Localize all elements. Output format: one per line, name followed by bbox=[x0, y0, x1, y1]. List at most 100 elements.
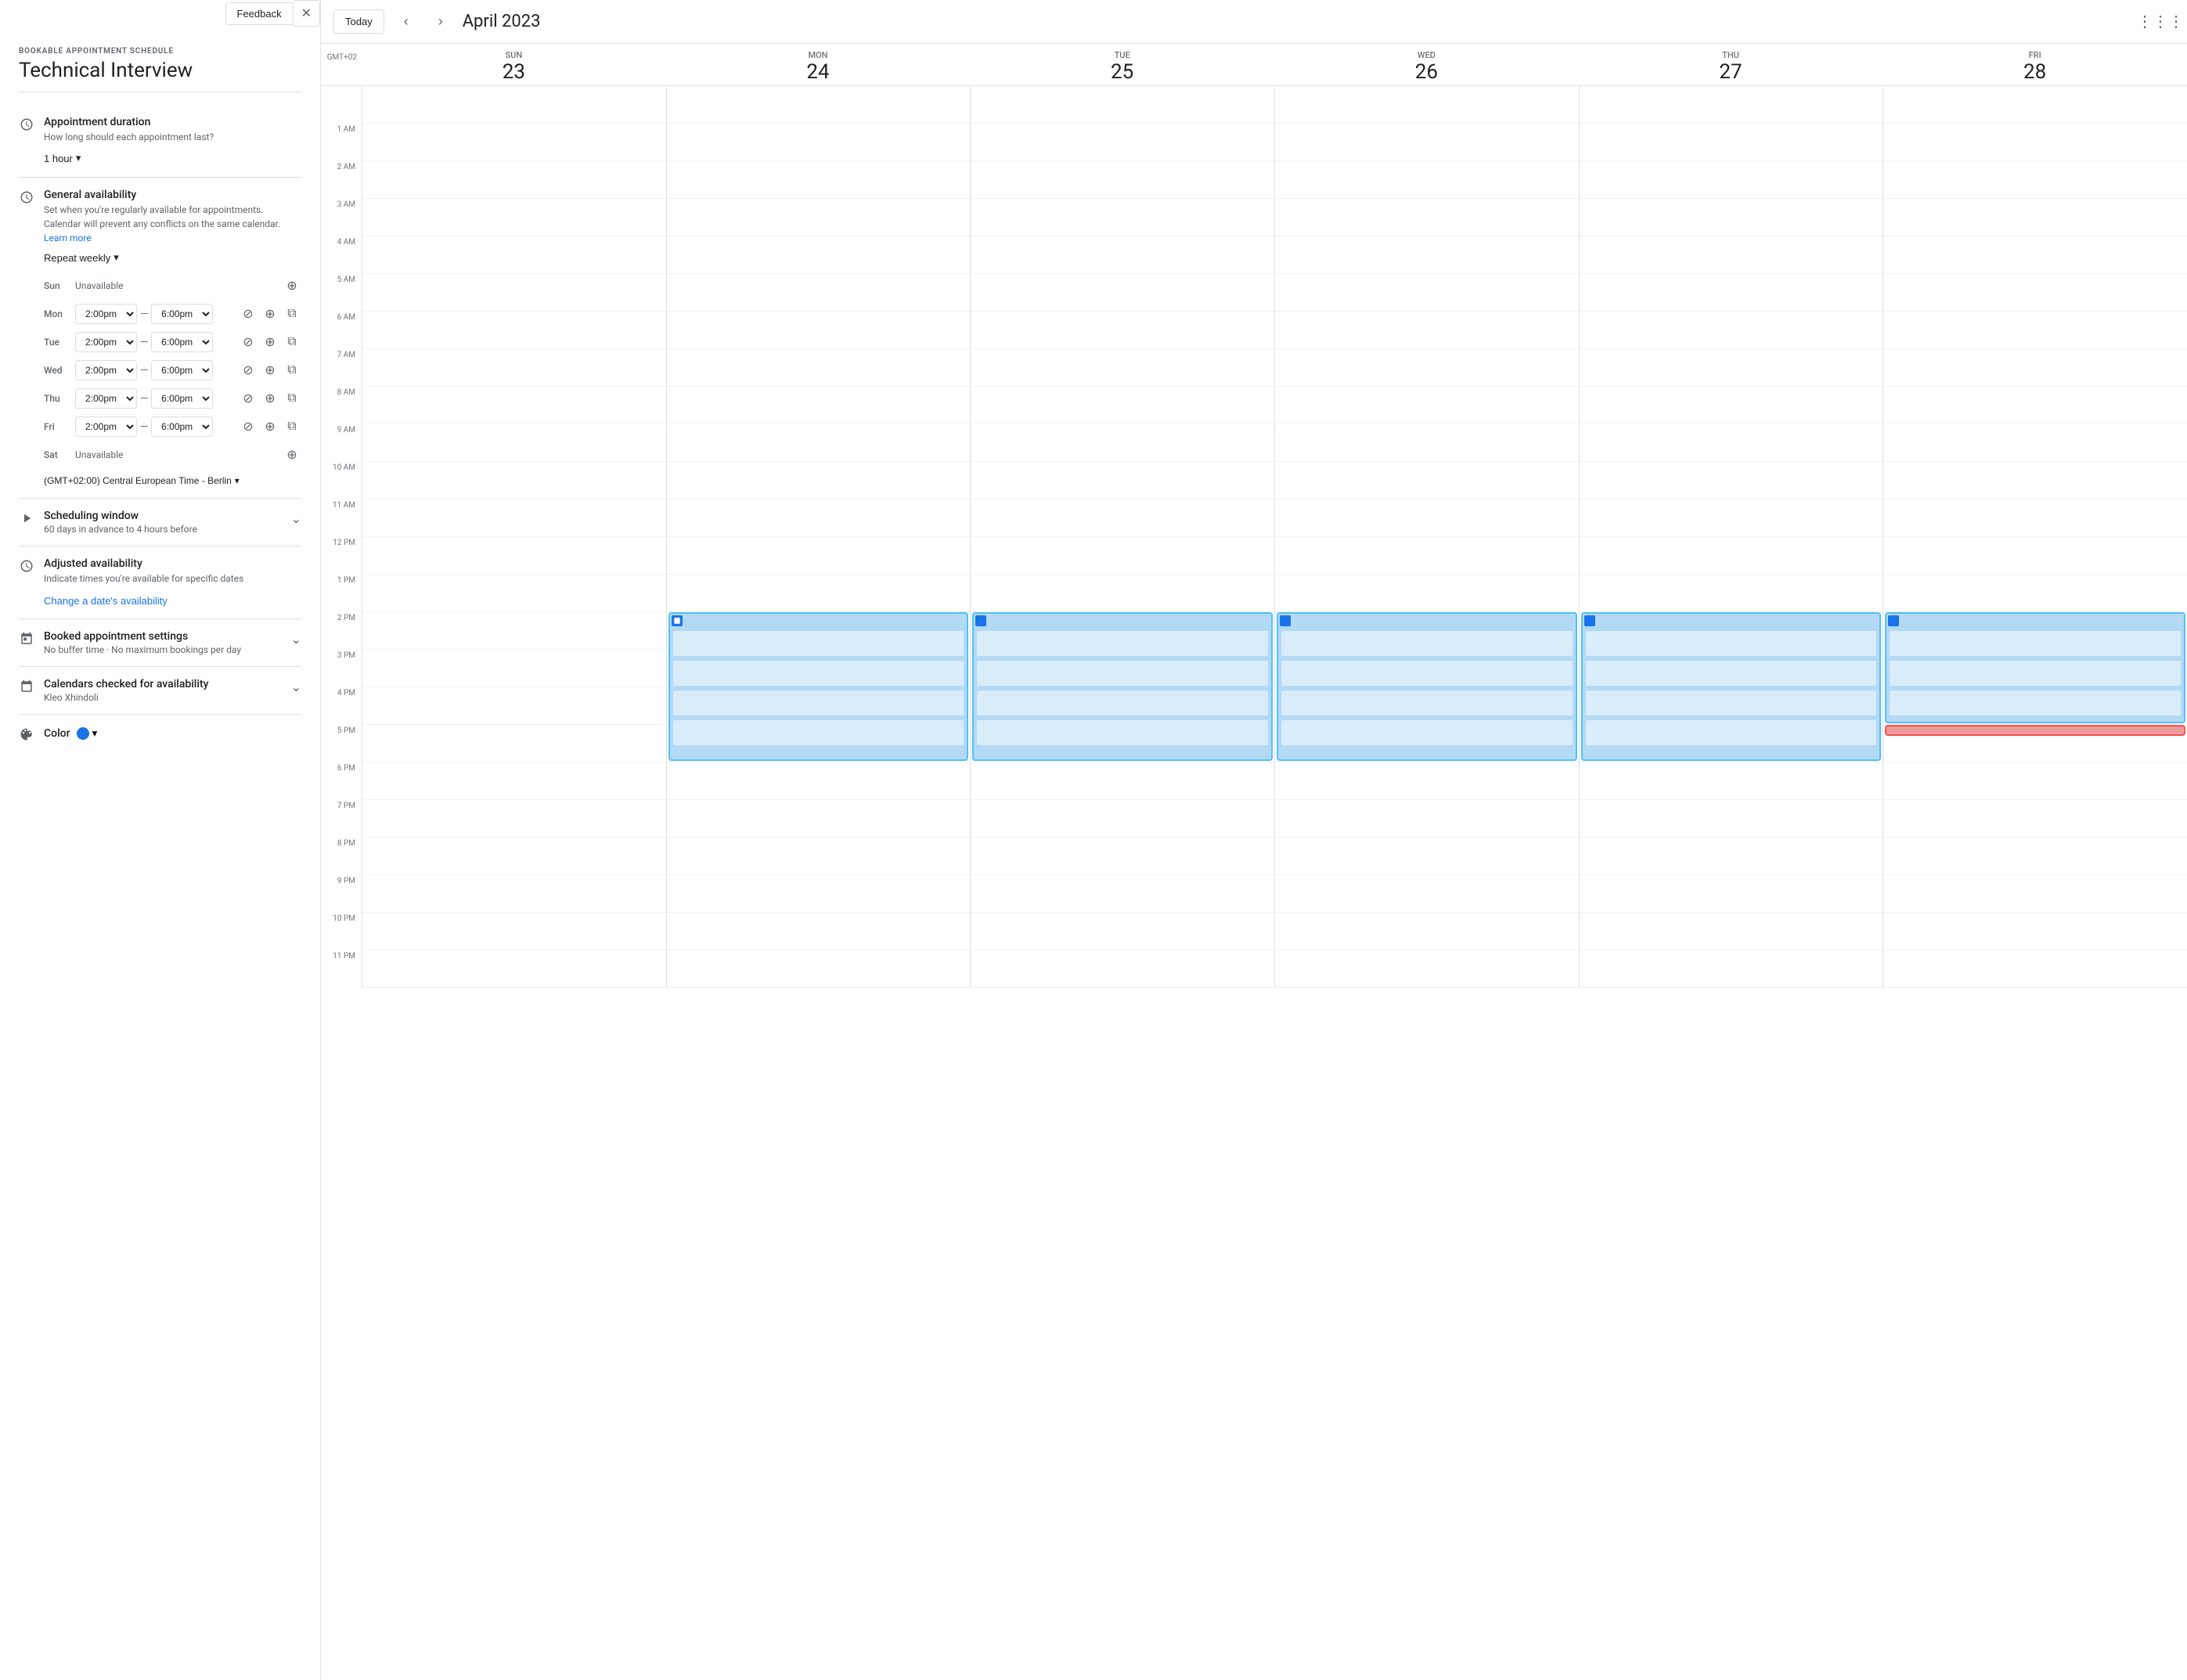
fri-delete-button[interactable]: ⊘ bbox=[239, 417, 258, 436]
hour-cell bbox=[362, 575, 666, 612]
thu-copy-button[interactable]: ⧉ bbox=[283, 389, 301, 408]
tue-dash: — bbox=[140, 337, 148, 348]
hour-cell bbox=[1883, 161, 2187, 199]
wed-add-button[interactable]: ⊕ bbox=[261, 361, 279, 380]
wed-delete-button[interactable]: ⊘ bbox=[239, 361, 258, 380]
day-name-tue: TUE bbox=[1115, 50, 1130, 60]
mon-copy-button[interactable]: ⧉ bbox=[283, 305, 301, 323]
time-label-11am: 11 AM bbox=[321, 499, 362, 537]
time-label-6am: 6 AM bbox=[321, 312, 362, 349]
tue-start-time[interactable]: 2:00pm bbox=[75, 332, 137, 352]
fri-add-button[interactable]: ⊕ bbox=[261, 417, 279, 436]
feedback-button[interactable]: Feedback bbox=[225, 2, 294, 25]
hour-cell bbox=[971, 349, 1274, 387]
hour-cell bbox=[667, 875, 971, 913]
appt-sub-2-mon bbox=[673, 661, 964, 686]
hour-cell bbox=[1580, 124, 1883, 161]
mon-dash: — bbox=[140, 308, 148, 320]
mon-start-time[interactable]: 2:00pm bbox=[75, 304, 137, 324]
adjusted-availability-content: Adjusted availability Indicate times you… bbox=[44, 557, 301, 607]
thu-start-time[interactable]: 2:00pm bbox=[75, 388, 137, 409]
mon-time-range: 2:00pm — 6:00pm bbox=[75, 304, 232, 324]
appt-sub-3-thu bbox=[1586, 690, 1877, 716]
tue-delete-button[interactable]: ⊘ bbox=[239, 333, 258, 352]
booked-settings-content: Booked appointment settings No buffer ti… bbox=[44, 630, 301, 655]
appt-block-fri[interactable] bbox=[1885, 612, 2185, 723]
avail-row-wed: Wed 2:00pm — 6:00pm ⊘ ⊕ ⧉ bbox=[44, 356, 301, 384]
adjusted-availability-section: Adjusted availability Indicate times you… bbox=[19, 546, 301, 619]
thu-end-time[interactable]: 6:00pm bbox=[151, 388, 213, 409]
wed-copy-button[interactable]: ⧉ bbox=[283, 361, 301, 380]
thu-delete-button[interactable]: ⊘ bbox=[239, 389, 258, 408]
avail-row-tue: Tue 2:00pm — 6:00pm ⊘ ⊕ ⧉ bbox=[44, 328, 301, 356]
fri-end-time[interactable]: 6:00pm bbox=[151, 416, 213, 437]
day-column-wed[interactable] bbox=[1274, 86, 1579, 988]
availability-icon bbox=[19, 190, 34, 487]
close-button[interactable]: ✕ bbox=[294, 0, 320, 27]
mon-add-button[interactable]: ⊕ bbox=[261, 305, 279, 323]
appointment-duration-section: Appointment duration How long should eac… bbox=[19, 105, 301, 178]
scheduling-window-section[interactable]: Scheduling window 60 days in advance to … bbox=[19, 499, 301, 546]
day-column-fri[interactable] bbox=[1883, 86, 2187, 988]
calendar-body[interactable]: 1 AM 2 AM 3 AM 4 AM 5 AM 6 AM 7 AM 8 AM … bbox=[321, 86, 2187, 1680]
hour-cell bbox=[971, 387, 1274, 424]
day-header-thu: THU 27 bbox=[1579, 50, 1883, 82]
appt-sub-2-wed bbox=[1281, 661, 1573, 686]
color-picker-button[interactable]: ▾ bbox=[77, 727, 98, 740]
appt-block-mon[interactable] bbox=[668, 612, 969, 761]
appt-sub-2-thu bbox=[1586, 661, 1877, 686]
hour-cell bbox=[1275, 913, 1579, 950]
appt-sub-4-wed bbox=[1281, 720, 1573, 745]
sun-add-button[interactable]: ⊕ bbox=[283, 276, 301, 295]
hour-cell bbox=[362, 650, 666, 687]
calendars-section[interactable]: Calendars checked for availability Kleo … bbox=[19, 667, 301, 715]
color-palette-icon bbox=[19, 727, 34, 741]
wed-end-time[interactable]: 6:00pm bbox=[151, 360, 213, 380]
tue-end-time[interactable]: 6:00pm bbox=[151, 332, 213, 352]
day-column-tue[interactable] bbox=[970, 86, 1274, 988]
learn-more-link[interactable]: Learn more bbox=[44, 233, 92, 243]
tue-add-button[interactable]: ⊕ bbox=[261, 333, 279, 352]
sat-add-button[interactable]: ⊕ bbox=[283, 445, 301, 464]
general-availability-content: General availability Set when you're reg… bbox=[44, 189, 301, 487]
appt-block-wed[interactable] bbox=[1277, 612, 1577, 761]
appt-block-thu[interactable] bbox=[1581, 612, 1882, 761]
appt-sub-4-tue bbox=[977, 720, 1268, 745]
mon-delete-button[interactable]: ⊘ bbox=[239, 305, 258, 323]
hour-cell bbox=[971, 312, 1274, 349]
mon-end-time[interactable]: 6:00pm bbox=[151, 304, 213, 324]
day-column-thu[interactable] bbox=[1579, 86, 1883, 988]
today-button[interactable]: Today bbox=[333, 9, 384, 34]
hour-cell bbox=[1580, 236, 1883, 274]
hour-cell bbox=[1883, 537, 2187, 575]
conflict-block-fri[interactable] bbox=[1885, 725, 2185, 736]
timezone-label: (GMT+02:00) Central European Time - Berl… bbox=[44, 475, 232, 486]
day-header-tue: TUE 25 bbox=[970, 50, 1274, 82]
timezone-button[interactable]: (GMT+02:00) Central European Time - Berl… bbox=[44, 475, 240, 486]
scheduling-window-content: Scheduling window 60 days in advance to … bbox=[44, 510, 301, 535]
wed-start-time[interactable]: 2:00pm bbox=[75, 360, 137, 380]
appt-icon-tue bbox=[975, 615, 986, 626]
day-column-sun[interactable] bbox=[362, 86, 666, 988]
thu-add-button[interactable]: ⊕ bbox=[261, 389, 279, 408]
appointment-duration-subtitle: How long should each appointment last? bbox=[44, 130, 301, 144]
change-date-availability-button[interactable]: Change a date's availability bbox=[44, 595, 168, 607]
booked-settings-section[interactable]: Booked appointment settings No buffer ti… bbox=[19, 619, 301, 667]
repeat-weekly-button[interactable]: Repeat weekly ▾ bbox=[44, 251, 119, 264]
grid-view-button[interactable]: ⋮⋮⋮ bbox=[2146, 8, 2174, 36]
prev-button[interactable]: ‹ bbox=[394, 9, 419, 34]
appt-sub-2-fri bbox=[1890, 661, 2181, 686]
appt-block-tue[interactable] bbox=[972, 612, 1273, 761]
hour-cell bbox=[971, 86, 1274, 124]
hour-cell bbox=[1275, 575, 1579, 612]
tue-copy-button[interactable]: ⧉ bbox=[283, 333, 301, 352]
fri-start-time[interactable]: 2:00pm bbox=[75, 416, 137, 437]
day-column-mon[interactable] bbox=[666, 86, 971, 988]
tue-time-range: 2:00pm — 6:00pm bbox=[75, 332, 232, 352]
fri-copy-button[interactable]: ⧉ bbox=[283, 417, 301, 436]
duration-dropdown-button[interactable]: 1 hour ▾ bbox=[44, 150, 81, 166]
adjusted-avail-title: Adjusted availability bbox=[44, 557, 301, 570]
next-button[interactable]: › bbox=[428, 9, 453, 34]
mon-actions: ⊘ ⊕ ⧉ bbox=[239, 305, 301, 323]
day-num-tue: 25 bbox=[1111, 62, 1133, 82]
